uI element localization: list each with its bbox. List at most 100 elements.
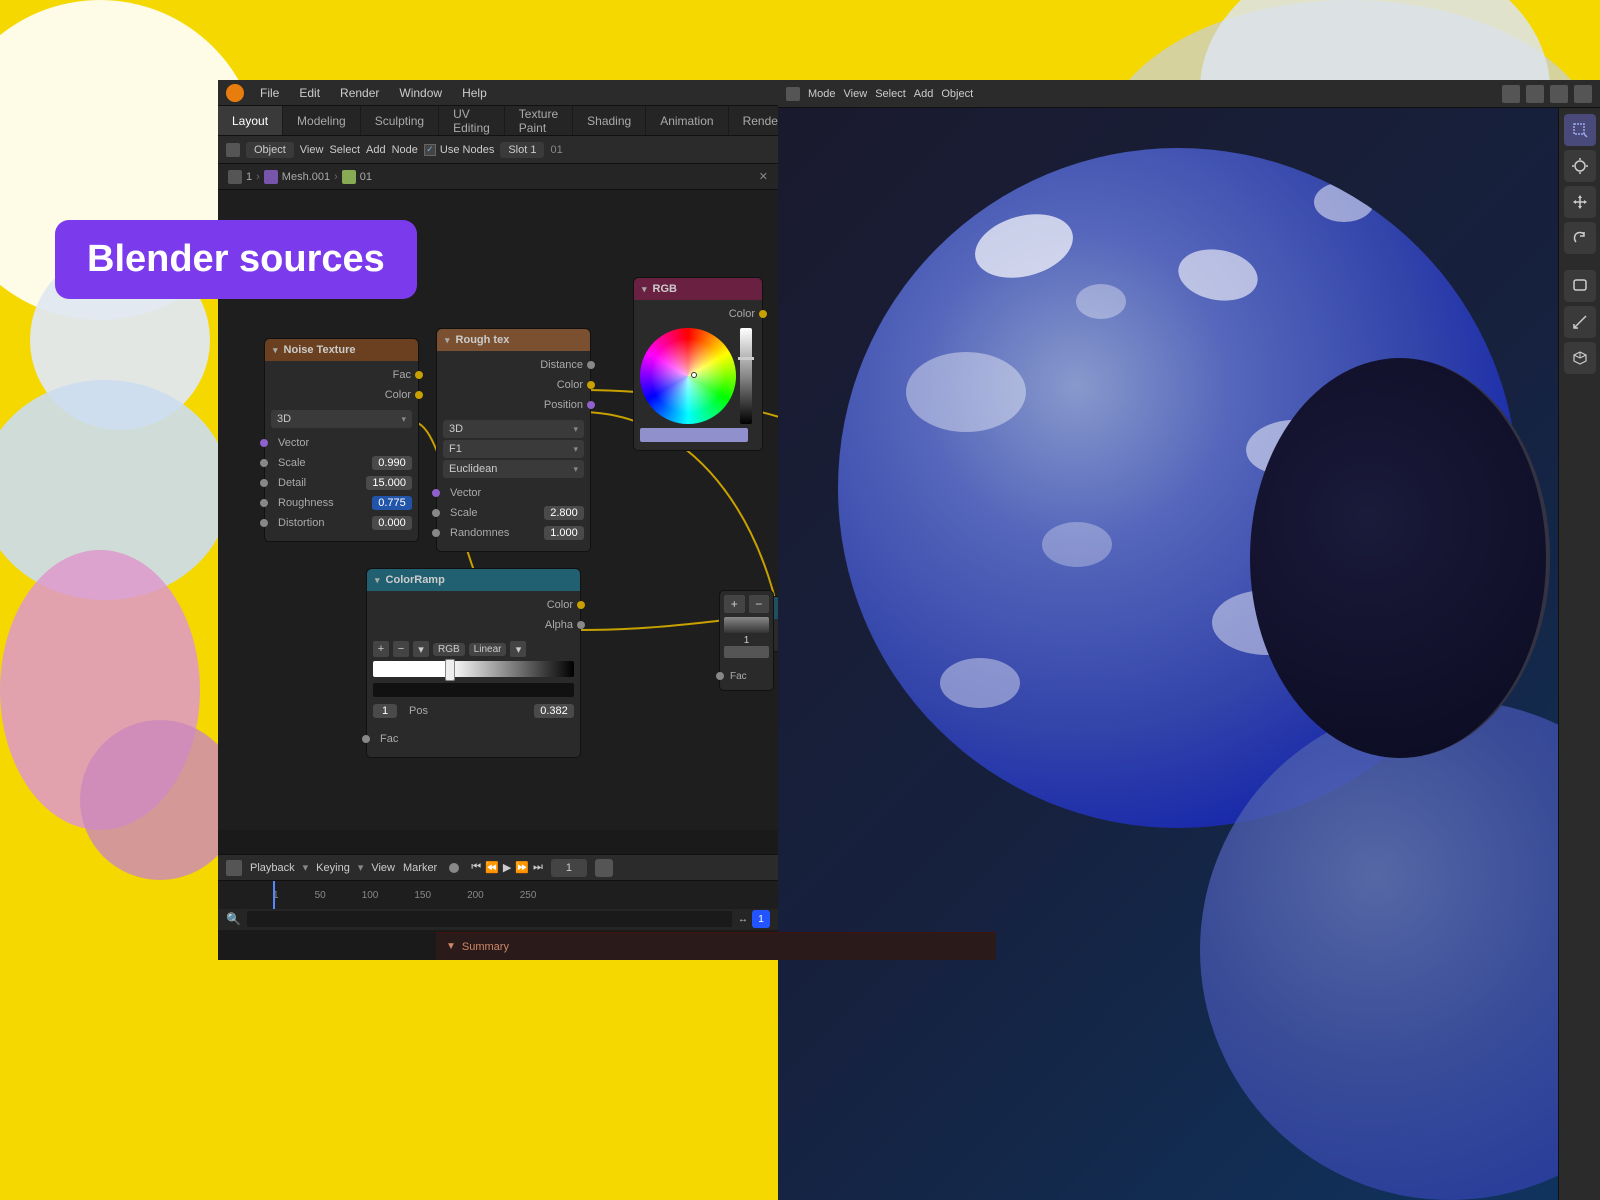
tab-shading[interactable]: Shading	[573, 106, 646, 135]
select-box-tool[interactable]	[1564, 114, 1596, 146]
cr-interp-dropdown[interactable]: ▾	[510, 641, 526, 657]
glossy-plus-btn[interactable]: +	[724, 595, 745, 613]
distance-socket[interactable]	[587, 361, 595, 369]
rt-vector-socket[interactable]	[432, 489, 440, 497]
move-tool[interactable]	[1564, 186, 1596, 218]
tab-modeling[interactable]: Modeling	[283, 106, 361, 135]
node-btn[interactable]: Node	[392, 144, 418, 156]
skip-end-btn[interactable]: ⏭	[533, 861, 543, 874]
vp-add[interactable]: Add	[914, 88, 934, 100]
play-btn[interactable]: ▶	[503, 861, 511, 874]
tab-rendering[interactable]: Rendering	[729, 106, 778, 135]
vector-socket[interactable]	[260, 439, 268, 447]
rough-tex-node[interactable]: ▾ Rough tex Distance Color Position	[436, 328, 591, 552]
distortion-socket[interactable]	[260, 519, 268, 527]
cr-fac-socket[interactable]	[362, 735, 370, 743]
frame-1-btn[interactable]: 1	[752, 910, 770, 928]
timeline-view-btn[interactable]: View	[371, 862, 395, 874]
select-btn[interactable]: Select	[329, 144, 360, 156]
summary-arrow[interactable]: ▼	[446, 941, 456, 952]
cr-mode-select[interactable]: RGB	[433, 643, 465, 656]
timeline-search-input[interactable]	[247, 911, 732, 927]
scale-socket[interactable]	[260, 459, 268, 467]
cr-plus-btn[interactable]: +	[373, 641, 389, 657]
add-btn[interactable]: Add	[366, 144, 386, 156]
rt-color-socket[interactable]	[587, 381, 595, 389]
marker-btn[interactable]: Marker	[403, 862, 437, 874]
rotate-tool[interactable]	[1564, 222, 1596, 254]
menu-window[interactable]: Window	[395, 84, 446, 102]
cr-alpha-socket[interactable]	[577, 621, 585, 629]
rgb-node[interactable]: ▾ RGB Color	[633, 277, 763, 451]
collapse-arrow[interactable]: ▾	[273, 345, 278, 356]
playback-btn[interactable]: Playback	[250, 862, 295, 874]
cr-dropdown-btn[interactable]: ▾	[413, 641, 429, 657]
paint-tool[interactable]	[1564, 270, 1596, 302]
tab-sculpting[interactable]: Sculpting	[361, 106, 439, 135]
prev-frame-btn[interactable]: ⏪	[485, 861, 499, 874]
menu-render[interactable]: Render	[336, 84, 383, 102]
tab-uv-editing[interactable]: UV Editing	[439, 106, 505, 135]
menu-help[interactable]: Help	[458, 84, 491, 102]
next-frame-btn[interactable]: ⏩	[515, 861, 529, 874]
measure-tool[interactable]	[1564, 306, 1596, 338]
cr-marker-num[interactable]: 1	[373, 704, 397, 718]
rgb-color-socket[interactable]	[759, 310, 767, 318]
vp-view[interactable]: View	[844, 88, 868, 100]
cr-color-socket[interactable]	[577, 601, 585, 609]
skip-start-btn[interactable]: ⏮	[471, 861, 481, 874]
brightness-strip[interactable]	[740, 328, 752, 424]
color-picker[interactable]	[640, 328, 756, 424]
vp-btn3[interactable]	[1550, 85, 1568, 103]
tab-texture-paint[interactable]: Texture Paint	[505, 106, 573, 135]
glossy-fac2-socket[interactable]	[716, 672, 724, 680]
colorramp-collapse[interactable]: ▾	[375, 575, 380, 586]
rt-mode3-dropdown[interactable]: Euclidean ▾	[443, 460, 584, 478]
detail-socket[interactable]	[260, 479, 268, 487]
fac-socket[interactable]	[415, 371, 423, 379]
roughness-socket[interactable]	[260, 499, 268, 507]
cr-gradient-wrap[interactable]	[373, 661, 574, 681]
frame-counter[interactable]: 1	[551, 859, 587, 877]
vp-mode[interactable]: Mode	[808, 88, 836, 100]
vp-object[interactable]: Object	[941, 88, 973, 100]
roughness-value[interactable]: 0.775	[372, 496, 412, 510]
rt-scale-value[interactable]: 2.800	[544, 506, 584, 520]
detail-value[interactable]: 15.000	[366, 476, 412, 490]
cr-marker[interactable]	[445, 659, 455, 681]
noise-texture-node[interactable]: ▾ Noise Texture Fac Color 3D ▾	[264, 338, 419, 542]
use-nodes-toggle[interactable]: ✓ Use Nodes	[424, 144, 494, 156]
rt-random-value[interactable]: 1.000	[544, 526, 584, 540]
glossy-minus-btn[interactable]: −	[749, 595, 770, 613]
rt-random-socket[interactable]	[432, 529, 440, 537]
menu-file[interactable]: File	[256, 84, 283, 102]
rt-scale-socket[interactable]	[432, 509, 440, 517]
keying-btn[interactable]: Keying	[316, 862, 350, 874]
color-wheel-wrap[interactable]	[640, 328, 736, 424]
rt-mode2-dropdown[interactable]: F1 ▾	[443, 440, 584, 458]
color-out-socket[interactable]	[415, 391, 423, 399]
rgb-collapse[interactable]: ▾	[642, 284, 647, 295]
tab-animation[interactable]: Animation	[646, 106, 728, 135]
slot-dropdown[interactable]: Slot 1	[500, 142, 544, 158]
scale-value[interactable]: 0.990	[372, 456, 412, 470]
rough-tex-collapse[interactable]: ▾	[445, 335, 450, 346]
view-btn[interactable]: View	[300, 144, 324, 156]
vp-select[interactable]: Select	[875, 88, 906, 100]
mode-dropdown[interactable]: Object	[246, 142, 294, 158]
cr-interp-select[interactable]: Linear	[469, 643, 507, 656]
tab-layout[interactable]: Layout	[218, 106, 283, 135]
position-socket[interactable]	[587, 401, 595, 409]
distortion-value[interactable]: 0.000	[372, 516, 412, 530]
add-cube-tool[interactable]	[1564, 342, 1596, 374]
menu-edit[interactable]: Edit	[295, 84, 324, 102]
color-wheel[interactable]	[640, 328, 736, 424]
cr-minus-btn[interactable]: −	[393, 641, 409, 657]
vp-btn4[interactable]	[1574, 85, 1592, 103]
cursor-tool[interactable]	[1564, 150, 1596, 182]
mode-dropdown-noise[interactable]: 3D ▾	[271, 410, 412, 428]
close-panel-btn[interactable]: ✕	[759, 170, 768, 183]
colorramp-node[interactable]: ▾ ColorRamp Color Alpha + − ▾ RGB	[366, 568, 581, 758]
cr-pos-value[interactable]: 0.382	[534, 704, 574, 718]
rt-mode1-dropdown[interactable]: 3D ▾	[443, 420, 584, 438]
